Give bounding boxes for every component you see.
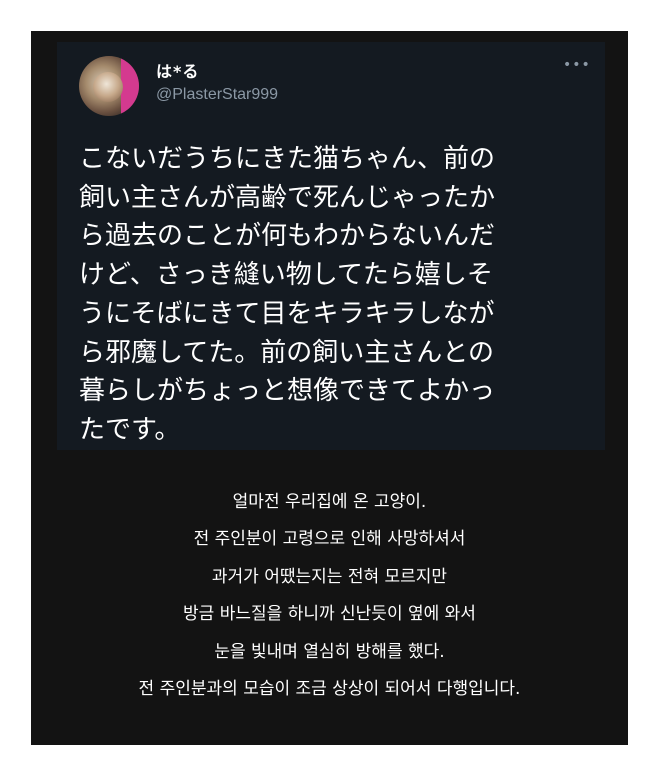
tweet-text: こないだうちにきた猫ちゃん、前の 飼い主さんが高齢で死んじゃったか ら過去のこと… — [79, 140, 579, 450]
avatar[interactable] — [79, 56, 139, 116]
more-horizontal-icon[interactable]: ••• — [563, 57, 590, 73]
tweet-text-line: けど、さっき縫い物してたら嬉しそ — [79, 260, 493, 291]
avatar-background — [121, 56, 139, 116]
tweet-text-line: たです。 — [79, 414, 181, 445]
display-name[interactable]: は*る — [156, 58, 199, 82]
translation-line: 전 주인분과의 모습이 조금 상상이 되어서 다행입니다. — [138, 679, 521, 700]
tweet-text-line: うにそばにきて目をキラキラしなが — [79, 298, 495, 329]
translation-line: 얼마전 우리집에 온 고양이. — [232, 492, 427, 512]
tweet-text-line: ら過去のことが何もわからないんだ — [79, 221, 496, 252]
translation-line: 전 주인분이 고령으로 인해 사망하셔서 — [193, 529, 466, 550]
tweet-text-line: ら邪魔してた。前の飼い主さんとの — [79, 337, 494, 368]
translation-line: 눈을 빛내며 열심히 방해를 했다. — [214, 641, 445, 662]
korean-translation: 얼마전 우리집에 온 고양이. 전 주인분이 고령으로 인해 사망하셔서 과거가… — [31, 484, 628, 708]
tweet-text-line: 暮らしがちょっと想像できてよかっ — [79, 376, 496, 407]
translation-line: 과거가 어땠는지는 전혀 모르지만 — [211, 566, 448, 587]
tweet-text-line: こないだうちにきた猫ちゃん、前の — [79, 144, 496, 174]
cat-photo — [93, 72, 123, 102]
user-handle[interactable]: @PlasterStar999 — [156, 86, 278, 104]
translation-line: 방금 바느질을 하니까 신난듯이 옆에 와서 — [183, 604, 476, 625]
tweet-text-line: 飼い主さんが高齢で死んじゃったか — [79, 182, 496, 213]
